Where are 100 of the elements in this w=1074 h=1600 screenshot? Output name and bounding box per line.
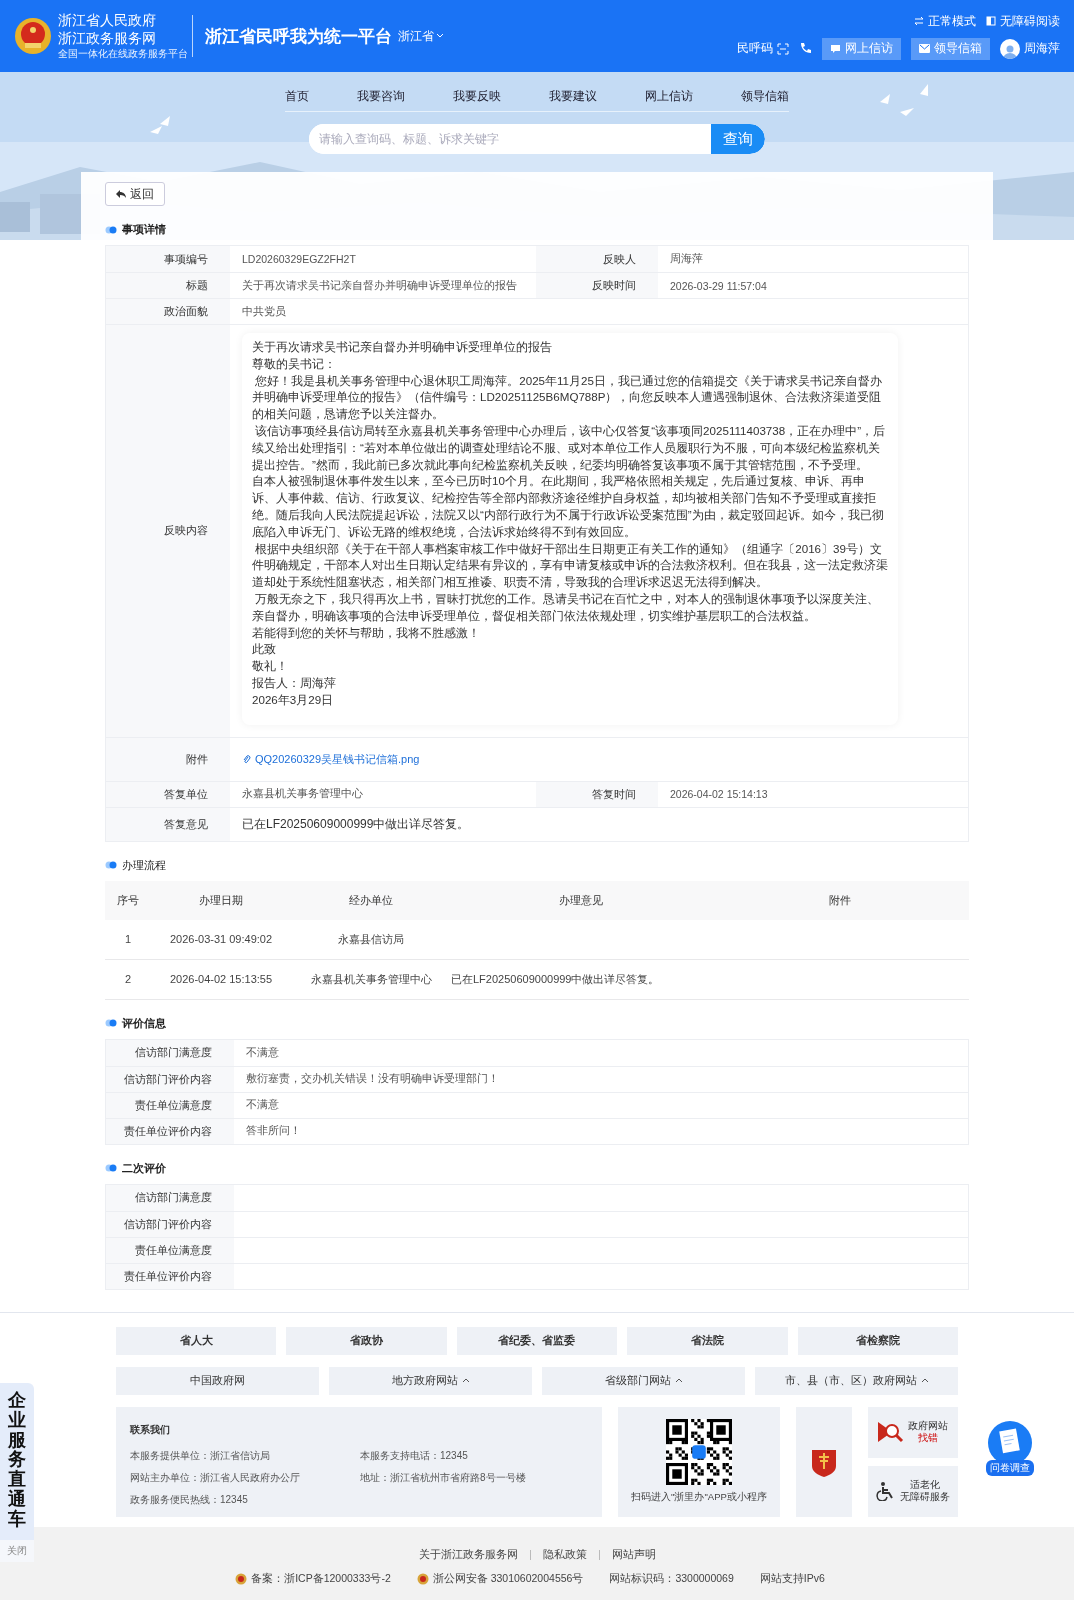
nav-link[interactable]: 网上信访: [645, 88, 693, 105]
field-label: 反映人: [536, 246, 658, 272]
message-icon: [830, 43, 841, 54]
content-paragraph: 尊敬的吴书记：: [252, 355, 337, 372]
section-marker-icon: [105, 1164, 117, 1173]
nav-link[interactable]: 我要建议: [549, 88, 597, 105]
field-value: 已在LF20250609000999中做出详尽答复。: [241, 815, 471, 833]
contact-text: 网站主办单位：浙江省人民政府办公厅: [130, 1470, 301, 1485]
record-text: 网站标识码：3300000069: [609, 1571, 734, 1586]
field-label: 事项编号: [106, 246, 230, 272]
contact-text: 本服务提供单位：浙江省信访局: [130, 1448, 271, 1463]
region-selector[interactable]: 浙江省: [398, 27, 444, 45]
mail-icon: [919, 44, 930, 53]
footer-link[interactable]: 隐私政策: [542, 1547, 587, 1562]
content-paragraph: 此致: [252, 641, 277, 658]
nav-link[interactable]: 首页: [285, 88, 309, 105]
site-dropdown[interactable]: 市、县（市、区）政府网站: [755, 1366, 958, 1395]
mode-link[interactable]: 正常模式: [914, 12, 976, 30]
swap-icon: [914, 16, 924, 26]
footer-badge[interactable]: 适老化 无障碍服务: [868, 1465, 958, 1517]
field-label: 政治面貌: [106, 299, 230, 324]
field-value: 关于再次请求吴书记亲自督办并明确申诉受理单位的报告: [241, 277, 518, 293]
field-value: 永嘉县机关事务管理中心: [241, 786, 364, 802]
contact-title: 联系我们: [130, 1422, 171, 1437]
close-button[interactable]: 关闭: [0, 1539, 34, 1562]
nav-link[interactable]: 领导信箱: [741, 88, 789, 105]
content-paragraph: 2026年3月29日: [252, 691, 335, 708]
magnifier-icon: [878, 1420, 904, 1445]
logo-tagline: 全国一体化在线政务服务平台: [58, 48, 188, 60]
qr-caption: 扫码进入"浙里办"APP或小程序: [631, 1491, 767, 1505]
table-cell-text: 已在LF20250609000999中做出详尽答复。: [451, 971, 661, 987]
field-value: 不满意: [245, 1097, 280, 1113]
police-emblem-icon: [416, 1572, 429, 1585]
footer-link[interactable]: 关于浙江政务服务网: [418, 1547, 518, 1562]
column-header: 办理日期: [198, 892, 244, 908]
content-paragraph: 万般无奈之下，我只得再次上书，冒昧打扰您的工作。恳请吴书记在百忙之中，对本人的强制退休事项予以深度关注、亲自督办，明确该事项的合法申诉受理单位，督促相关部门依法依规处理，切实维护基层职工的合法权益。: [252, 590, 881, 624]
table-cell-text: 2026-04-02 15:13:55: [168, 973, 274, 986]
police-emblem-icon: [235, 1572, 248, 1585]
field-value: 答非所问！: [245, 1123, 302, 1139]
side-tab-label: 企业服务直通车: [8, 1391, 26, 1530]
nav-link[interactable]: 我要反映: [453, 88, 501, 105]
section-title: 事项详情: [122, 222, 166, 237]
content-paragraph: 报告人：周海萍: [252, 674, 337, 691]
record-text: 备案：浙ICP备12000333号-2: [235, 1571, 391, 1586]
column-header: 序号: [116, 892, 140, 908]
field-value: LD20260329EGZ2FH2T: [241, 252, 357, 267]
contact-text: 本服务支持电话：12345: [360, 1448, 469, 1463]
paperclip-icon: [242, 754, 251, 765]
content-paragraph: 关于再次请求吴书记亲自督办并明确申诉受理单位的报告: [252, 339, 553, 355]
field-label: 责任单位满意度: [106, 1092, 234, 1118]
table-cell-text: 永嘉县机关事务管理中心: [309, 971, 433, 987]
section-marker-icon: [105, 1019, 117, 1028]
qr-code: [666, 1419, 732, 1486]
section-marker-icon: [105, 861, 117, 870]
back-button[interactable]: 返回: [105, 182, 165, 206]
attachment-link[interactable]: QQ20260329吴星钱书记信箱.png: [242, 751, 420, 767]
table-cell-text: 2026-03-31 09:49:02: [168, 933, 274, 946]
logo-subtitle: 浙江政务服务网: [58, 30, 157, 48]
nav-link[interactable]: 我要咨询: [357, 88, 405, 105]
column-header: 经办单位: [348, 892, 394, 908]
field-value: 周海萍: [669, 251, 704, 266]
site-dropdown[interactable]: 省级部门网站: [542, 1366, 745, 1395]
field-label: 责任单位评价内容: [106, 1118, 234, 1144]
field-label: 责任单位评价内容: [106, 1263, 234, 1289]
footer-link[interactable]: 省纪委、省监委: [456, 1326, 618, 1355]
content-paragraph: 自本人被强制退休事件发生以来，至今已历时10个月。在此期间，我严格依照相关规定，先后通过复核、申诉、再申诉、人事仲裁、信访、行政复议、纪检控告等全部内部救济途径维护自身权益，却均被相关部门告知不予受理或直接拒绝。随后我向人民法院提起诉讼，法院又以“内部行政行为不属于行政诉讼受案范围”为由，裁定驳回起诉。如今，我已彻底陷入申诉无门、诉讼无路的维权绝境，合法诉求始终得不到有效回应。: [252, 473, 885, 540]
site-dropdown[interactable]: 中国政府网: [116, 1366, 319, 1395]
chevron-icon: [436, 33, 444, 39]
code-link[interactable]: 民呼码: [737, 40, 789, 57]
book-icon: [986, 16, 996, 26]
site-dropdown[interactable]: 地方政府网站: [329, 1366, 532, 1395]
content-paragraph: 根据中央组织部《关于在干部人事档案审核工作中做好干部出生日期更正有关工作的通知》（组通字〔2016〕39号）文件明确规定，干部本人对出生日期认定结果有异议的，享有申请复核或申诉的合法救济权利。但在我县，这一法定救济渠道却处于系统性阻塞状态，相关部门相互推诿、职责不清，导致我的合理诉求迟迟无法得到解决。: [252, 540, 888, 591]
scan-icon: [777, 42, 789, 55]
field-value: 2026-03-29 11:57:04: [669, 278, 768, 294]
content-paragraph: 若能得到您的关怀与帮助，我将不胜感激！: [252, 624, 481, 641]
survey-button[interactable]: 问卷调查: [986, 1420, 1034, 1476]
emblem-icon: [14, 17, 52, 55]
section-title: 二次评价: [122, 1160, 166, 1176]
contact-text: 政务服务便民热线：12345: [130, 1492, 249, 1507]
table-cell-text: 1: [123, 933, 133, 946]
footer-link[interactable]: 省政协: [286, 1326, 447, 1355]
field-label: 信访部门满意度: [106, 1184, 234, 1211]
field-label: 附件: [106, 737, 230, 781]
mode-link[interactable]: 无障碍阅读: [986, 12, 1060, 30]
field-label: 反映时间: [536, 273, 658, 298]
footer-link[interactable]: 省人大: [116, 1326, 277, 1355]
footer-link[interactable]: 省检察院: [797, 1326, 958, 1355]
phone-icon[interactable]: [799, 42, 812, 55]
field-label: 答复意见: [106, 807, 230, 841]
content-paragraph: 敬礼！: [252, 658, 289, 675]
user-menu[interactable]: 周海萍: [1000, 38, 1060, 59]
field-label: 答复时间: [536, 781, 658, 807]
back-arrow-icon: [116, 189, 126, 199]
footer-link[interactable]: 网站声明: [611, 1547, 656, 1562]
contact-text: 地址：浙江省杭州市省府路8号一号楼: [360, 1470, 527, 1485]
footer-badge[interactable]: 政府网站 找错: [868, 1406, 958, 1458]
accessibility-icon: [876, 1481, 896, 1502]
record-text: 网站支持IPv6: [759, 1571, 825, 1586]
avatar-icon: [1000, 38, 1020, 59]
footer-link[interactable]: 省法院: [627, 1326, 788, 1355]
